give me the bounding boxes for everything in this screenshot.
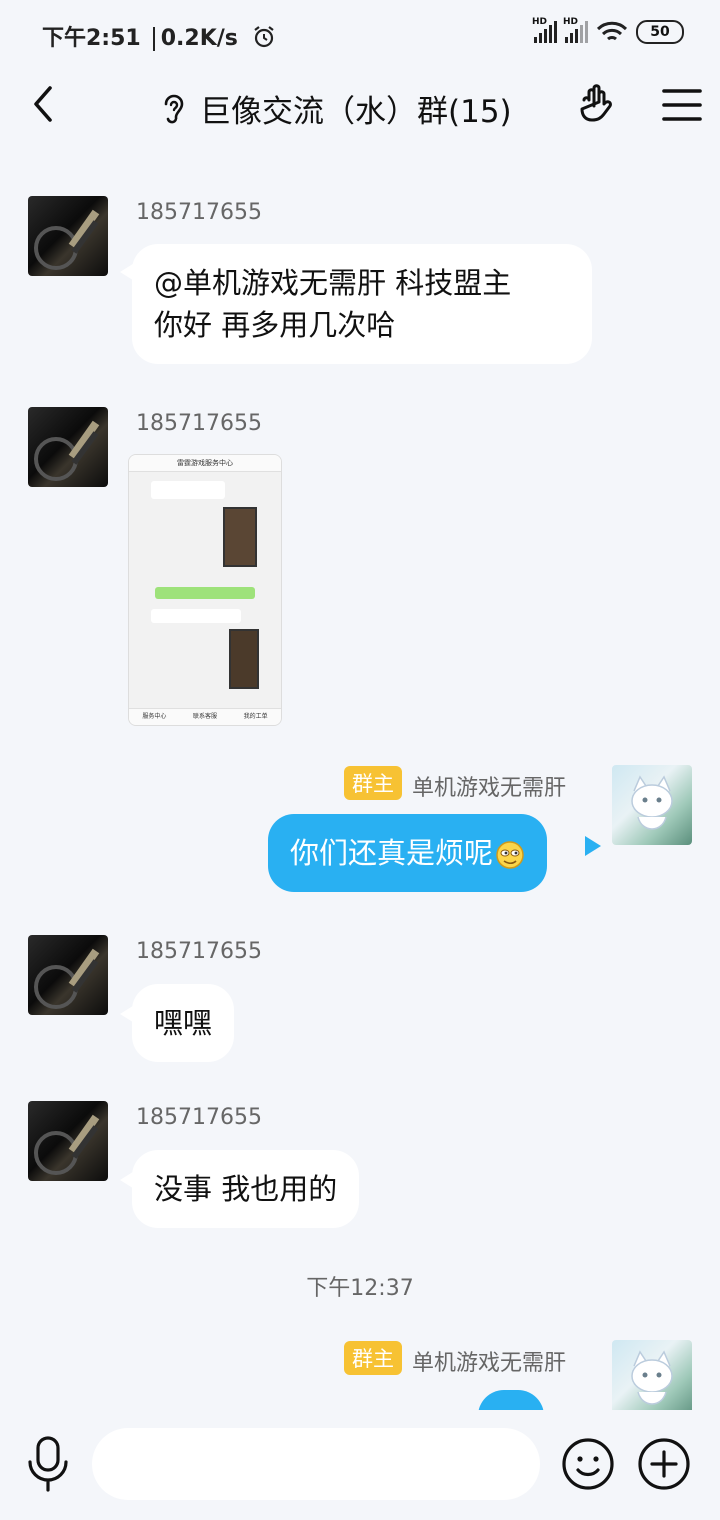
avatar[interactable]	[28, 935, 108, 1015]
screenshot-footer: 服务中心 联系客服 我的工单	[129, 708, 281, 725]
avatar[interactable]	[612, 1340, 692, 1410]
message-text-line: @单机游戏无需肝 科技盟主	[154, 266, 512, 300]
hand-icon[interactable]	[576, 82, 620, 126]
network-speed: 0.2K/s	[160, 26, 238, 51]
page-title: 巨像交流（水）群(15)	[200, 94, 512, 130]
status-time: 下午2:51	[42, 26, 141, 51]
plus-icon[interactable]	[636, 1436, 692, 1492]
image-message[interactable]: 雷霆游戏服务中心 服务中心 联系客服 我的工单	[128, 454, 282, 726]
avatar[interactable]	[28, 407, 108, 487]
chat-header: 巨像交流（水）群(15)	[0, 70, 720, 142]
signal-icon-2: HD	[563, 17, 588, 43]
screenshot-thumb	[229, 629, 259, 689]
sender-name: 185717655	[136, 1105, 262, 1130]
wifi-icon	[596, 21, 628, 41]
screenshot-thumb	[223, 507, 257, 567]
emoji-icon[interactable]	[560, 1436, 616, 1492]
sender-name: 185717655	[136, 200, 262, 225]
title-group[interactable]: 巨像交流（水）群(15)	[160, 86, 512, 131]
avatar[interactable]	[28, 196, 108, 276]
screenshot-footer-item: 联系客服	[192, 713, 217, 720]
message-bubble[interactable]: 没事 我也用的	[132, 1150, 360, 1228]
smirk-emoji-icon	[496, 841, 524, 869]
microphone-icon[interactable]	[24, 1434, 72, 1494]
screenshot-bubble	[151, 481, 225, 499]
status-right: HD HD 50	[532, 17, 684, 44]
status-left: 下午2:51 0.2K/s	[42, 20, 276, 52]
message-bubble[interactable]: 嘿嘿	[132, 984, 235, 1062]
alarm-icon	[253, 26, 274, 48]
screenshot-title: 雷霆游戏服务中心	[129, 455, 281, 472]
screenshot-footer-item: 我的工单	[243, 713, 268, 720]
screenshot-bubble	[151, 609, 241, 623]
back-arrow-icon[interactable]	[24, 84, 64, 124]
screenshot-bubble-green	[155, 587, 255, 599]
owner-badge: 群主	[344, 1341, 402, 1375]
sender-name: 185717655	[136, 411, 262, 436]
message-bubble[interactable]: @单机游戏无需肝 科技盟主 你好 再多用几次哈	[132, 244, 592, 364]
signal-icon: HD	[532, 17, 557, 43]
sender-name: 单机游戏无需肝	[412, 1351, 567, 1376]
message-text: 没事 我也用的	[154, 1172, 338, 1206]
message-text: 你们还真是烦呢	[290, 836, 494, 870]
message-input[interactable]	[92, 1428, 540, 1500]
signal-hd-label-2: HD	[563, 17, 579, 27]
message-text: 嘿嘿	[154, 1006, 213, 1040]
sender-name: 单机游戏无需肝	[412, 776, 567, 801]
timestamp: 下午12:37	[306, 1276, 414, 1301]
sender-name: 185717655	[136, 939, 262, 964]
owner-badge: 群主	[344, 766, 402, 800]
message-bubble-own[interactable]: 你们还真是烦呢	[268, 814, 548, 892]
battery-icon: 50	[636, 20, 684, 44]
screenshot-footer-item: 服务中心	[142, 713, 167, 720]
input-bar	[0, 1410, 720, 1520]
avatar[interactable]	[28, 1101, 108, 1181]
status-bar: 下午2:51 0.2K/s HD HD 50	[0, 0, 720, 70]
menu-icon[interactable]	[662, 88, 702, 122]
signal-hd-label: HD	[532, 17, 548, 27]
avatar[interactable]	[612, 765, 692, 845]
message-text-line: 你好 再多用几次哈	[154, 308, 396, 342]
ear-icon	[164, 94, 184, 123]
bubble-tail	[585, 836, 601, 856]
message-list[interactable]: 185717655 @单机游戏无需肝 科技盟主 你好 再多用几次哈 185717…	[0, 150, 720, 1410]
message-bubble-own[interactable]	[478, 1390, 544, 1410]
status-separator	[152, 27, 155, 51]
